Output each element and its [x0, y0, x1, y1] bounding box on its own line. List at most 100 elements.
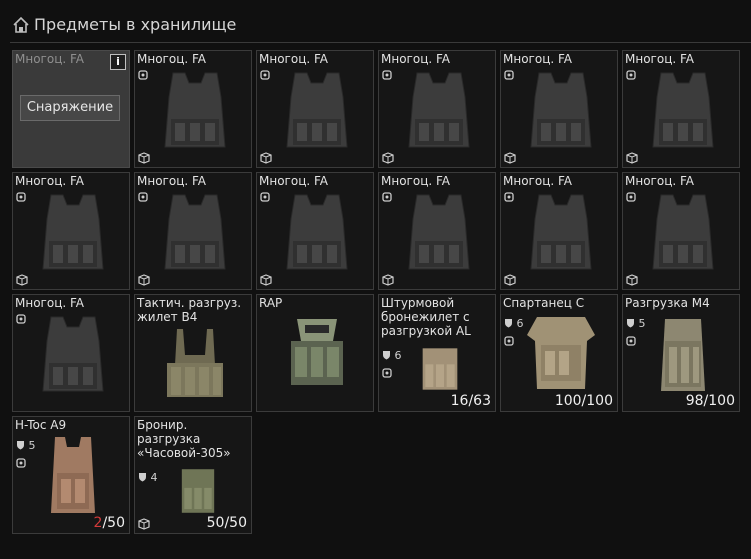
durability: 16/63	[450, 393, 491, 409]
item-name: Тактич. разгруз. жилет В4	[137, 296, 242, 324]
item-slot-8[interactable]: Многоц. FA	[134, 172, 252, 290]
item-slot-20[interactable]: Бронир. разгрузка «Часовой-305» 4 50/50	[134, 416, 252, 534]
item-name: Многоц. FA	[15, 296, 84, 310]
item-name: RAP	[259, 296, 283, 310]
item-slot-1[interactable]: Многоц. FA i Снаряжение	[12, 50, 130, 168]
item-name: Бронир. разгрузка «Часовой-305»	[137, 418, 231, 460]
shield-icon	[17, 441, 24, 450]
storage-box-icon	[626, 152, 638, 164]
storage-box-icon	[504, 152, 516, 164]
item-slot-6[interactable]: Многоц. FA	[622, 50, 740, 168]
durability: 100/100	[554, 393, 613, 409]
item-name: Многоц. FA	[625, 52, 694, 66]
item-slot-12[interactable]: Многоц. FA	[622, 172, 740, 290]
item-name: Многоц. FA	[381, 174, 450, 188]
storage-box-icon	[382, 274, 394, 286]
insured-icon	[504, 336, 514, 346]
item-slot-9[interactable]: Многоц. FA	[256, 172, 374, 290]
durability: 2/50	[94, 515, 125, 531]
plate-carrier-image	[51, 437, 95, 513]
m4-rig-image	[661, 319, 705, 391]
item-slot-18[interactable]: Разгрузка М4 5 98/100	[622, 294, 740, 412]
item-slot-7[interactable]: Многоц. FA	[12, 172, 130, 290]
item-slot-3[interactable]: Многоц. FA	[256, 50, 374, 168]
storage-box-icon	[504, 274, 516, 286]
item-slot-13[interactable]: Многоц. FA	[12, 294, 130, 412]
armor-class-value: 6	[394, 349, 402, 362]
insured-icon	[260, 192, 270, 202]
item-name: Многоц. FA	[503, 52, 572, 66]
insured-icon	[382, 192, 392, 202]
shield-icon	[383, 351, 390, 360]
insured-icon	[16, 458, 26, 468]
vest-image	[530, 194, 592, 270]
vest-image	[408, 194, 470, 270]
storage-box-icon	[382, 152, 394, 164]
spartan-vest-image	[527, 317, 595, 389]
insured-icon	[626, 192, 636, 202]
durability: 98/100	[685, 393, 735, 409]
item-name: Многоц. FA	[259, 174, 328, 188]
insured-icon	[16, 314, 26, 324]
insured-icon	[138, 70, 148, 80]
insured-icon	[16, 192, 26, 202]
item-slot-5[interactable]: Многоц. FA	[500, 50, 618, 168]
armored-vest-image	[422, 348, 458, 390]
storage-box-icon	[138, 274, 150, 286]
vest-image	[652, 72, 714, 148]
insured-icon	[382, 368, 392, 378]
item-name: Многоц. FA	[381, 52, 450, 66]
vest-image	[164, 72, 226, 148]
insured-icon	[382, 70, 392, 80]
vest-image	[408, 72, 470, 148]
item-name: Многоц. FA	[137, 52, 206, 66]
vest-image	[42, 194, 104, 270]
vest-image	[652, 194, 714, 270]
durability: 50/50	[206, 515, 247, 531]
item-slot-19[interactable]: H-Toc A9 5 2/50	[12, 416, 130, 534]
storage-box-icon	[260, 274, 272, 286]
item-name: Многоц. FA	[137, 174, 206, 188]
storage-box-icon	[16, 274, 28, 286]
shield-icon	[627, 319, 634, 328]
vest-image	[286, 194, 348, 270]
storage-box-icon	[138, 152, 150, 164]
item-name: Штурмовой бронежилет с разгрузкой AL	[381, 296, 471, 338]
item-name: Многоц. FA	[625, 174, 694, 188]
sentry-rig-image	[181, 469, 215, 513]
rap-rig-image	[291, 319, 343, 385]
storage-header: Предметы в хранилище	[0, 0, 751, 44]
insured-icon	[626, 70, 636, 80]
vest-image	[286, 72, 348, 148]
storage-box-icon	[626, 274, 638, 286]
chest-rig-image	[167, 329, 223, 397]
item-slot-16[interactable]: Штурмовой бронежилет с разгрузкой AL 6 1…	[378, 294, 496, 412]
item-slot-14[interactable]: Тактич. разгруз. жилет В4	[134, 294, 252, 412]
shield-icon	[139, 473, 146, 482]
item-slot-17[interactable]: Спартанец С 6 100/100	[500, 294, 618, 412]
page-title: Предметы в хранилище	[34, 15, 237, 34]
equipment-button[interactable]: Снаряжение	[20, 95, 120, 121]
item-name: Многоц. FA	[259, 52, 328, 66]
armor-class: 6	[382, 349, 402, 362]
item-slot-11[interactable]: Многоц. FA	[500, 172, 618, 290]
vest-image	[530, 72, 592, 148]
item-slot-4[interactable]: Многоц. FA	[378, 50, 496, 168]
armor-class: 4	[138, 471, 158, 484]
info-button[interactable]: i	[110, 54, 126, 70]
item-slot-10[interactable]: Многоц. FA	[378, 172, 496, 290]
storage-box-icon	[260, 152, 272, 164]
insured-icon	[504, 192, 514, 202]
insured-icon	[260, 70, 270, 80]
header-divider	[10, 42, 751, 43]
item-slot-15[interactable]: RAP	[256, 294, 374, 412]
insured-icon	[504, 70, 514, 80]
item-name: Разгрузка М4	[625, 296, 710, 310]
vest-image	[164, 194, 226, 270]
shield-icon	[505, 319, 512, 328]
item-name: H-Toc A9	[15, 418, 67, 432]
item-slot-2[interactable]: Многоц. FA	[134, 50, 252, 168]
storage-box-icon	[138, 518, 150, 530]
item-name: Спартанец С	[503, 296, 585, 310]
armor-class-value: 4	[150, 471, 158, 484]
